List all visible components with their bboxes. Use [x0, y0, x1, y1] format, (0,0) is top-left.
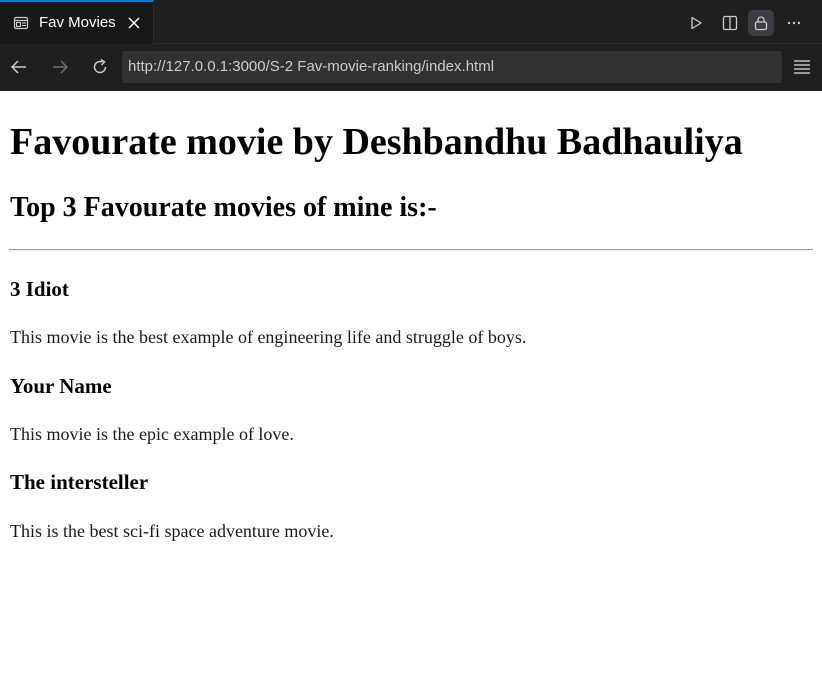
movie-description: This movie is the best example of engine… — [10, 327, 527, 347]
lock-icon — [754, 16, 768, 31]
page-title: Favourate movie by Deshbandhu Badhauliya — [10, 121, 743, 163]
forward-button[interactable] — [48, 55, 72, 79]
tab-title: Fav Movies — [39, 14, 116, 31]
tab-fav-movies[interactable]: Fav Movies — [0, 0, 154, 44]
reload-icon — [93, 58, 107, 74]
page-content: Favourate movie by Deshbandhu Badhauliya… — [0, 91, 822, 700]
url-input[interactable]: http://127.0.0.1:3000/S-2 Fav-movie-rank… — [122, 51, 782, 83]
split-editor-button[interactable] — [717, 10, 743, 36]
navigation-bar: http://127.0.0.1:3000/S-2 Fav-movie-rank… — [0, 44, 822, 91]
movie-title: The intersteller — [10, 470, 149, 494]
more-icon — [787, 21, 801, 25]
tab-bar: Fav Movies — [0, 0, 822, 44]
split-editor-icon — [722, 15, 738, 31]
url-text: http://127.0.0.1:3000/S-2 Fav-movie-rank… — [128, 58, 495, 75]
play-icon — [691, 16, 702, 30]
menu-button[interactable] — [790, 55, 814, 79]
back-button[interactable] — [7, 55, 31, 79]
movie-description: This movie is the epic example of love. — [10, 424, 294, 444]
preview-icon — [13, 15, 29, 31]
reload-button[interactable] — [88, 55, 112, 79]
more-actions-button[interactable] — [781, 10, 807, 36]
forward-arrow-icon — [53, 60, 69, 74]
lock-button[interactable] — [748, 10, 774, 36]
menu-icon — [794, 60, 810, 74]
movie-title: 3 Idiot — [10, 277, 69, 301]
movie-description: This is the best sci-fi space adventure … — [10, 521, 334, 541]
run-button[interactable] — [683, 10, 709, 36]
close-icon[interactable] — [127, 16, 141, 30]
page-subtitle: Top 3 Favourate movies of mine is:- — [10, 192, 437, 223]
divider — [9, 249, 813, 251]
back-arrow-icon — [10, 60, 26, 74]
movie-title: Your Name — [10, 374, 112, 398]
